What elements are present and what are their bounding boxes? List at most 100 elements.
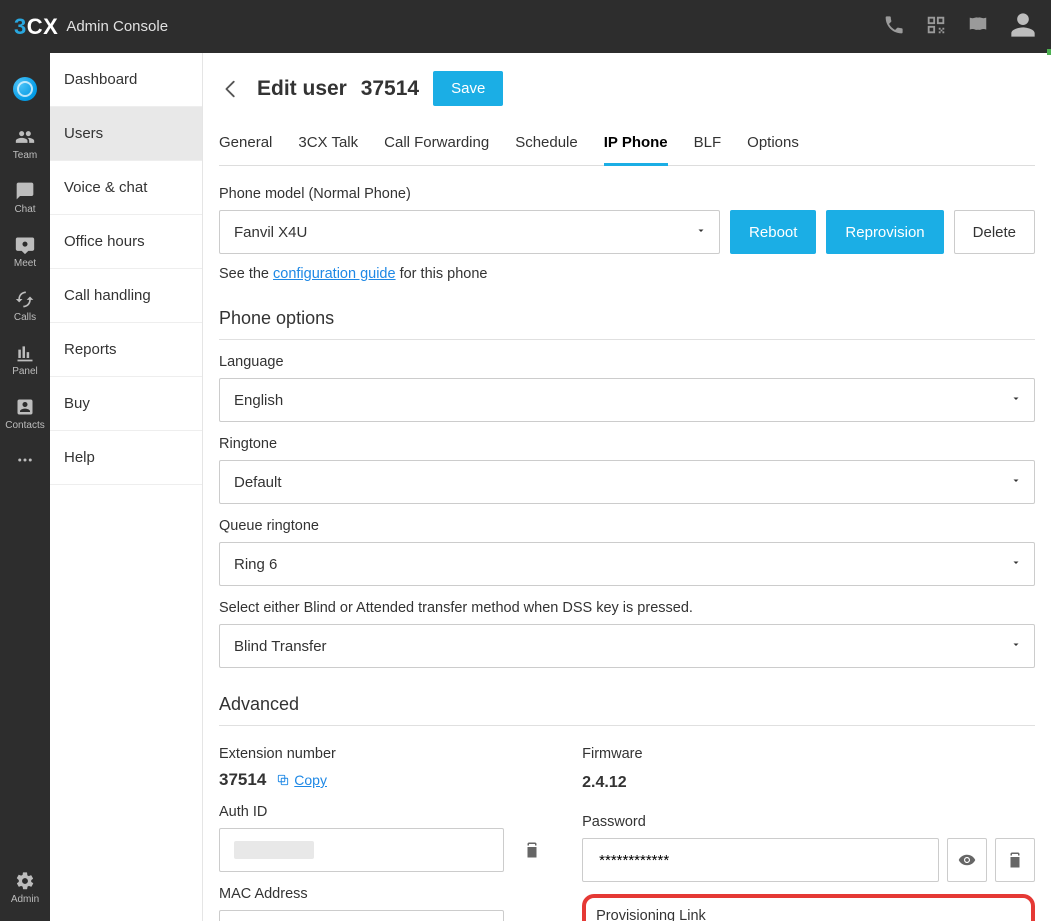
authid-redacted: [234, 841, 314, 859]
queue-ringtone-value: Ring 6: [234, 556, 277, 573]
phone-options-title: Phone options: [219, 308, 1035, 340]
qr-icon[interactable]: [925, 14, 947, 39]
password-input-field[interactable]: [597, 851, 924, 870]
sidebar-item-voice-chat[interactable]: Voice & chat: [50, 161, 202, 215]
authid-label: Auth ID: [219, 804, 552, 820]
provlink-label: Provisioning Link: [596, 908, 1021, 921]
rail-contacts-label: Contacts: [5, 420, 44, 431]
mac-label: MAC Address: [219, 886, 552, 902]
extension-label: Extension number: [219, 746, 552, 762]
authid-copy-icon[interactable]: [512, 828, 552, 872]
tab-3cx-talk[interactable]: 3CX Talk: [298, 124, 358, 165]
queue-ringtone-select[interactable]: Ring 6: [219, 542, 1035, 586]
page-title-prefix: Edit user: [257, 77, 347, 100]
rail-panel-label: Panel: [12, 366, 38, 377]
password-input[interactable]: [582, 838, 939, 882]
sidebar-item-reports[interactable]: Reports: [50, 323, 202, 377]
rail-meet[interactable]: Meet: [0, 225, 50, 279]
mac-copy-icon[interactable]: [512, 910, 552, 921]
phone-model-label: Phone model (Normal Phone): [219, 186, 1035, 202]
rail-panel[interactable]: Panel: [0, 333, 50, 387]
caret-down-icon: [1010, 556, 1022, 573]
icon-rail: Team Chat Meet Calls Panel Contacts Admi: [0, 53, 50, 921]
sidebar-item-users[interactable]: Users: [50, 107, 202, 161]
top-bar: 3CX Admin Console: [0, 0, 1051, 53]
reprovision-button[interactable]: Reprovision: [826, 210, 943, 254]
status-indicator: [1047, 49, 1051, 55]
transfer-method-label: Select either Blind or Attended transfer…: [219, 600, 1035, 616]
rail-calls[interactable]: Calls: [0, 279, 50, 333]
sidebar-item-dashboard[interactable]: Dashboard: [50, 53, 202, 107]
rail-chat-label: Chat: [14, 204, 35, 215]
copy-extension-link[interactable]: Copy: [276, 772, 327, 788]
password-visibility-icon[interactable]: [947, 838, 987, 882]
language-label: Language: [219, 354, 1035, 370]
provisioning-link-highlight: Provisioning Link https://.3cx.cloud/pro…: [582, 894, 1035, 921]
authid-input[interactable]: [219, 828, 504, 872]
advanced-title: Advanced: [219, 694, 1035, 726]
book-icon[interactable]: [967, 14, 989, 39]
rail-admin-label: Admin: [11, 894, 39, 905]
page-header: Edit user 37514 Save: [219, 71, 1035, 106]
back-button[interactable]: [219, 77, 243, 101]
tabs: General 3CX Talk Call Forwarding Schedul…: [219, 124, 1035, 166]
sidebar-item-help[interactable]: Help: [50, 431, 202, 485]
brand-3: 3: [14, 14, 27, 39]
rail-admin[interactable]: Admin: [0, 861, 50, 921]
tab-options[interactable]: Options: [747, 124, 799, 165]
page-title: Edit user 37514: [257, 77, 419, 101]
rail-team[interactable]: Team: [0, 117, 50, 171]
topbar-right: [883, 11, 1037, 42]
caret-down-icon: [695, 224, 707, 241]
ringtone-select[interactable]: Default: [219, 460, 1035, 504]
language-select[interactable]: English: [219, 378, 1035, 422]
caret-down-icon: [1010, 638, 1022, 655]
sidebar-item-buy[interactable]: Buy: [50, 377, 202, 431]
tab-schedule[interactable]: Schedule: [515, 124, 578, 165]
rail-calls-label: Calls: [14, 312, 36, 323]
transfer-method-value: Blind Transfer: [234, 638, 327, 655]
brand-subtitle: Admin Console: [66, 18, 168, 35]
password-label: Password: [582, 814, 1035, 830]
rail-chat[interactable]: Chat: [0, 171, 50, 225]
brand-cx: CX: [27, 14, 59, 39]
sidebar: Dashboard Users Voice & chat Office hour…: [50, 53, 203, 921]
firmware-value: 2.4.12: [582, 770, 1035, 800]
language-value: English: [234, 392, 283, 409]
mac-input[interactable]: [219, 910, 504, 921]
rail-more[interactable]: [0, 441, 50, 479]
extension-value: 37514: [219, 770, 266, 790]
rail-team-label: Team: [13, 150, 37, 161]
delete-button[interactable]: Delete: [954, 210, 1035, 254]
sidebar-item-office-hours[interactable]: Office hours: [50, 215, 202, 269]
rail-meet-label: Meet: [14, 258, 36, 269]
brand-logo: 3CX: [14, 14, 58, 40]
transfer-method-select[interactable]: Blind Transfer: [219, 624, 1035, 668]
phone-model-select[interactable]: Fanvil X4U: [219, 210, 720, 254]
sidebar-item-call-handling[interactable]: Call handling: [50, 269, 202, 323]
hint-prefix: See the: [219, 266, 273, 282]
page-title-ext: 37514: [361, 77, 419, 100]
phone-icon[interactable]: [883, 14, 905, 39]
caret-down-icon: [1010, 392, 1022, 409]
phone-model-value: Fanvil X4U: [234, 224, 307, 241]
rail-brand-icon[interactable]: [0, 61, 50, 117]
firmware-label: Firmware: [582, 746, 1035, 762]
save-button[interactable]: Save: [433, 71, 503, 106]
copy-label: Copy: [294, 772, 327, 788]
user-avatar-icon[interactable]: [1009, 11, 1037, 42]
queue-ringtone-label: Queue ringtone: [219, 518, 1035, 534]
ringtone-value: Default: [234, 474, 282, 491]
password-copy-icon[interactable]: [995, 838, 1035, 882]
tab-general[interactable]: General: [219, 124, 272, 165]
tab-call-forwarding[interactable]: Call Forwarding: [384, 124, 489, 165]
config-guide-link[interactable]: configuration guide: [273, 266, 396, 282]
ringtone-label: Ringtone: [219, 436, 1035, 452]
tab-ip-phone[interactable]: IP Phone: [604, 124, 668, 165]
main: Edit user 37514 Save General 3CX Talk Ca…: [203, 53, 1051, 921]
tab-blf[interactable]: BLF: [694, 124, 722, 165]
rail-contacts[interactable]: Contacts: [0, 387, 50, 441]
reboot-button[interactable]: Reboot: [730, 210, 816, 254]
caret-down-icon: [1010, 474, 1022, 491]
brand: 3CX Admin Console: [14, 14, 168, 40]
